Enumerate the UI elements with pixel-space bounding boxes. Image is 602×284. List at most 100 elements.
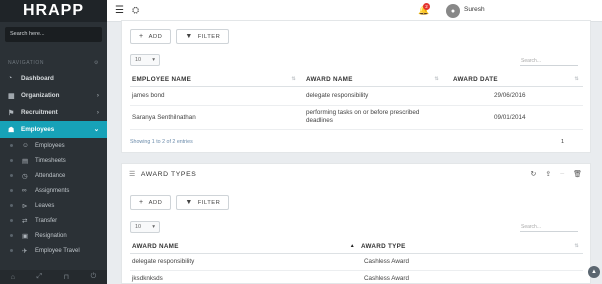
recruitment-icon: ⚑ bbox=[8, 109, 15, 117]
chevron-right-icon: › bbox=[96, 109, 99, 116]
sidebar-subitem-attendance[interactable]: ◷ Attendance bbox=[0, 168, 107, 183]
transfer-icon: ⇄ bbox=[22, 217, 28, 225]
sidebar-item-label: Employees bbox=[21, 126, 55, 133]
filter-award-types-button[interactable]: ▼ FILTER bbox=[176, 195, 230, 210]
bullet-icon bbox=[10, 189, 13, 192]
sidebar-subitem-timesheets[interactable]: ▤ Timesheets bbox=[0, 153, 107, 168]
column-header[interactable]: AWARD DATE ⇅ bbox=[443, 73, 583, 87]
table-row[interactable]: Saranya Senthilnathan performing tasks o… bbox=[130, 105, 583, 130]
filter-awards-button[interactable]: ▼ FILTER bbox=[176, 29, 230, 44]
table-cell: delegate responsibility bbox=[300, 86, 443, 106]
sidebar-subitem-label: Leaves bbox=[35, 202, 55, 209]
chevron-down-icon: ⌄ bbox=[93, 126, 99, 133]
brand-logo[interactable]: HRAPP bbox=[0, 0, 107, 22]
sidebar-item-label: Organization bbox=[21, 92, 60, 99]
sidebar-subitem-employees[interactable]: ☺ Employees bbox=[0, 138, 107, 153]
sidebar-item-recruitment[interactable]: ⚑ Recruitment › bbox=[0, 104, 107, 121]
user-name[interactable]: Suresh bbox=[464, 6, 485, 13]
bullet-icon bbox=[10, 174, 13, 177]
sidebar: HRAPP Search here... NAVIGATION ⚙ ◔ Dash… bbox=[0, 0, 107, 284]
table-cell: Cashless Award bbox=[359, 270, 583, 284]
sidebar-subitem-assignments[interactable]: ∞ Assignments bbox=[0, 183, 107, 198]
organization-icon: ▦ bbox=[8, 92, 15, 100]
table-cell: james bond bbox=[130, 86, 300, 106]
sidebar-subitem-leaves[interactable]: ⊳ Leaves bbox=[0, 198, 107, 213]
column-header[interactable]: AWARD NAME ▲ bbox=[130, 240, 359, 254]
bullet-icon bbox=[10, 219, 13, 222]
table-row[interactable]: jksdknksds Cashless Award bbox=[130, 270, 583, 284]
menu-icon[interactable]: ☰ bbox=[115, 5, 124, 16]
page-length-select[interactable]: 10 ▾ bbox=[130, 54, 160, 66]
add-label: ADD bbox=[148, 33, 163, 40]
link-icon: ∞ bbox=[22, 187, 27, 194]
sidebar-item-employees[interactable]: ☗ Employees ⌄ bbox=[0, 121, 107, 138]
notification-badge: 2 bbox=[423, 3, 430, 10]
filter-icon: ▼ bbox=[185, 199, 193, 206]
table-cell: 29/06/2016 bbox=[443, 86, 583, 106]
sidebar-subitem-label: Transfer bbox=[35, 217, 58, 224]
home-icon[interactable]: ⌂ bbox=[11, 274, 15, 281]
column-header[interactable]: EMPLOYEE NAME ⇅ bbox=[130, 73, 300, 87]
sort-icon: ⇅ bbox=[574, 76, 579, 82]
table-row[interactable]: delegate responsibility Cashless Award bbox=[130, 253, 583, 271]
sidebar-footer: ⌂ ⤢ ⊓ ⏻ bbox=[0, 270, 107, 284]
pagination-page[interactable]: 1 bbox=[561, 139, 564, 145]
door-icon: ⊳ bbox=[22, 202, 28, 210]
nav-header: NAVIGATION ⚙ bbox=[0, 56, 107, 70]
chevron-right-icon: › bbox=[96, 92, 99, 99]
page-length-select[interactable]: 10 ▾ bbox=[130, 221, 160, 233]
sidebar-item-label: Dashboard bbox=[21, 75, 54, 82]
add-award-type-button[interactable]: + ADD bbox=[130, 195, 172, 210]
table-cell: jksdknksds bbox=[130, 270, 359, 284]
briefcase-icon: ▣ bbox=[22, 232, 29, 240]
awards-panel: + ADD ▼ FILTER 10 ▾ Search... EMPLOYEE N… bbox=[121, 20, 591, 153]
awards-toolbar: + ADD ▼ FILTER bbox=[130, 29, 230, 44]
power-icon[interactable]: ⏻ bbox=[91, 273, 97, 281]
sidebar-subitem-label: Assignments bbox=[35, 187, 70, 194]
minimize-icon[interactable]: – bbox=[560, 170, 564, 178]
table-row[interactable]: james bond delegate responsibility 29/06… bbox=[130, 86, 583, 106]
table-cell: 09/01/2014 bbox=[443, 105, 583, 130]
table-cell: delegate responsibility bbox=[130, 253, 359, 271]
bullet-icon bbox=[10, 204, 13, 207]
filter-icon: ▼ bbox=[185, 33, 193, 40]
award-types-search-input[interactable]: Search... bbox=[520, 222, 578, 232]
add-award-button[interactable]: + ADD bbox=[130, 29, 172, 44]
bullet-icon bbox=[10, 159, 13, 162]
sidebar-subitem-resignation[interactable]: ▣ Resignation bbox=[0, 228, 107, 243]
sidebar-item-dashboard[interactable]: ◔ Dashboard bbox=[0, 70, 107, 87]
filter-label: FILTER bbox=[197, 199, 221, 206]
lock-icon[interactable]: ⊓ bbox=[64, 273, 69, 281]
table-info: Showing 1 to 2 of 2 entries bbox=[130, 139, 193, 145]
bullet-icon bbox=[10, 144, 13, 147]
sidebar-subitem-transfer[interactable]: ⇄ Transfer bbox=[0, 213, 107, 228]
sidebar-search-input[interactable]: Search here... bbox=[5, 27, 102, 42]
page-length-value: 10 bbox=[135, 224, 142, 230]
caret-down-icon: ▾ bbox=[152, 57, 155, 63]
sort-icon: ⇅ bbox=[434, 76, 439, 82]
sidebar-subitem-employee-travel[interactable]: ✈ Employee Travel bbox=[0, 243, 107, 258]
export-icon[interactable]: ⇪ bbox=[545, 170, 551, 178]
refresh-icon[interactable]: ↻ bbox=[530, 170, 536, 178]
awards-search-input[interactable]: Search... bbox=[520, 56, 578, 66]
awards-table: EMPLOYEE NAME ⇅ AWARD NAME ⇅ AWARD DATE ⇅ j… bbox=[130, 73, 583, 130]
calendar-icon: ▤ bbox=[22, 157, 29, 165]
column-header[interactable]: AWARD TYPE ⇅ bbox=[359, 240, 583, 254]
sort-icon: ⇅ bbox=[574, 243, 579, 249]
table-header-row: EMPLOYEE NAME ⇅ AWARD NAME ⇅ AWARD DATE ⇅ bbox=[130, 73, 583, 87]
scroll-to-top-button[interactable]: ▲ bbox=[588, 266, 600, 278]
fullscreen-icon[interactable]: ⤢ bbox=[37, 273, 43, 281]
panel-title: ☰ AWARD TYPES bbox=[129, 170, 197, 179]
panel-title-text: AWARD TYPES bbox=[140, 170, 197, 178]
column-header[interactable]: AWARD NAME ⇅ bbox=[300, 73, 443, 87]
award-types-panel: ☰ AWARD TYPES ↻ ⇪ – 🗑 + ADD ▼ FILTER 10 … bbox=[121, 163, 591, 284]
users-icon: ☗ bbox=[8, 126, 15, 134]
avatar[interactable]: ● bbox=[446, 4, 460, 18]
trash-icon[interactable]: 🗑 bbox=[573, 170, 582, 178]
panel-tools: ↻ ⇪ – 🗑 bbox=[530, 170, 582, 178]
settings-icon[interactable]: ⚙ bbox=[94, 60, 99, 66]
ticket-icon[interactable]: ⛭ bbox=[132, 5, 139, 16]
add-label: ADD bbox=[148, 199, 163, 206]
sidebar-item-organization[interactable]: ▦ Organization › bbox=[0, 87, 107, 104]
caret-down-icon: ▾ bbox=[152, 224, 155, 230]
